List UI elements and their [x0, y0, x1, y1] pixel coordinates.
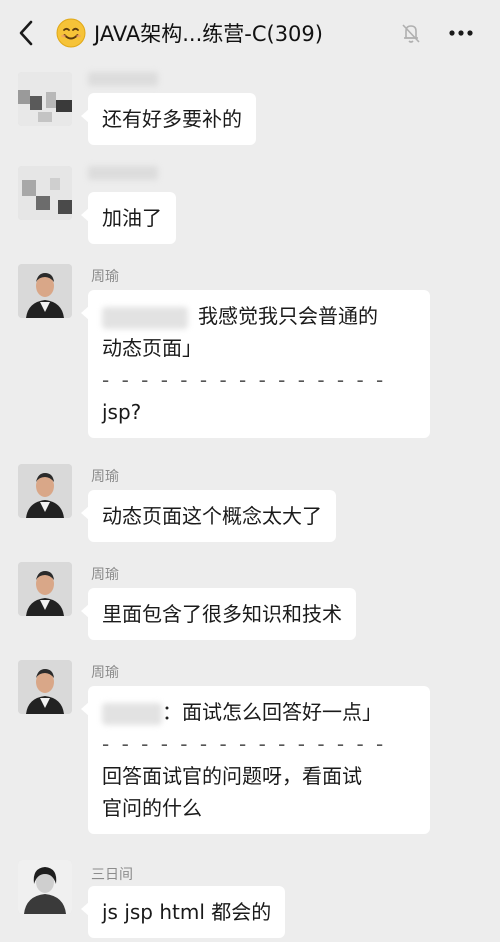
- quote-continuation: 动态页面」: [102, 336, 202, 360]
- avatar[interactable]: [18, 166, 72, 220]
- message-bubble[interactable]: 里面包含了很多知识和技术: [81, 588, 356, 640]
- quote-divider: - - - - - - - - - - - - - - -: [102, 732, 387, 756]
- message-text: 官问的什么: [102, 796, 202, 820]
- message-text: 动态页面这个概念太大了: [102, 504, 322, 528]
- quote-divider: - - - - - - - - - - - - - - -: [102, 368, 387, 392]
- message-text: 加油了: [102, 206, 162, 230]
- smiling-face-icon: [56, 18, 86, 48]
- quote-text: 我感觉我只会普通的: [102, 300, 416, 332]
- avatar[interactable]: [18, 264, 72, 318]
- message-text: jsp?: [102, 400, 142, 424]
- message-text: js jsp html 都会的: [102, 900, 272, 924]
- bell-muted-icon: [402, 24, 420, 43]
- sender-name: 周瑜: [91, 567, 119, 583]
- message-bubble[interactable]: 加油了: [81, 192, 176, 244]
- chat-title-area[interactable]: JAVA架构...练营-C(309): [56, 14, 323, 52]
- chevron-left-icon[interactable]: [14, 18, 38, 48]
- chat-header: JAVA架构...练营-C(309): [0, 0, 500, 66]
- message-text: 回答面试官的问题呀，看面试: [102, 764, 362, 788]
- avatar[interactable]: [18, 72, 72, 126]
- message-bubble[interactable]: ：面试怎么回答好一点」 - - - - - - - - - - - - - - …: [81, 686, 430, 834]
- message-bubble[interactable]: js jsp html 都会的: [80, 886, 286, 938]
- quote-text: ：面试怎么回答好一点」: [102, 696, 416, 728]
- avatar[interactable]: [18, 660, 72, 714]
- sender-name: 周瑜: [91, 665, 119, 681]
- quoted-name-blurred: [102, 306, 188, 329]
- avatar[interactable]: [18, 464, 72, 518]
- sender-name: 周瑜: [91, 269, 119, 285]
- sender-name: 三日间: [91, 867, 133, 883]
- avatar[interactable]: [18, 860, 72, 914]
- message-text: 里面包含了很多知识和技术: [102, 602, 342, 626]
- message-bubble[interactable]: 动态页面这个概念太大了: [81, 490, 336, 542]
- avatar[interactable]: [18, 562, 72, 616]
- sender-name: 周瑜: [91, 469, 119, 485]
- message-text: 还有好多要补的: [102, 107, 242, 131]
- message-bubble[interactable]: 还有好多要补的: [81, 93, 256, 145]
- sender-name-blurred: [88, 166, 158, 180]
- message-bubble[interactable]: 我感觉我只会普通的 动态页面」 - - - - - - - - - - - - …: [81, 290, 430, 438]
- chat-title: JAVA架构...练营-C(309): [94, 22, 323, 46]
- more-dots-icon[interactable]: [446, 18, 476, 48]
- sender-name-blurred: [88, 72, 158, 86]
- quoted-name-blurred: [102, 702, 162, 725]
